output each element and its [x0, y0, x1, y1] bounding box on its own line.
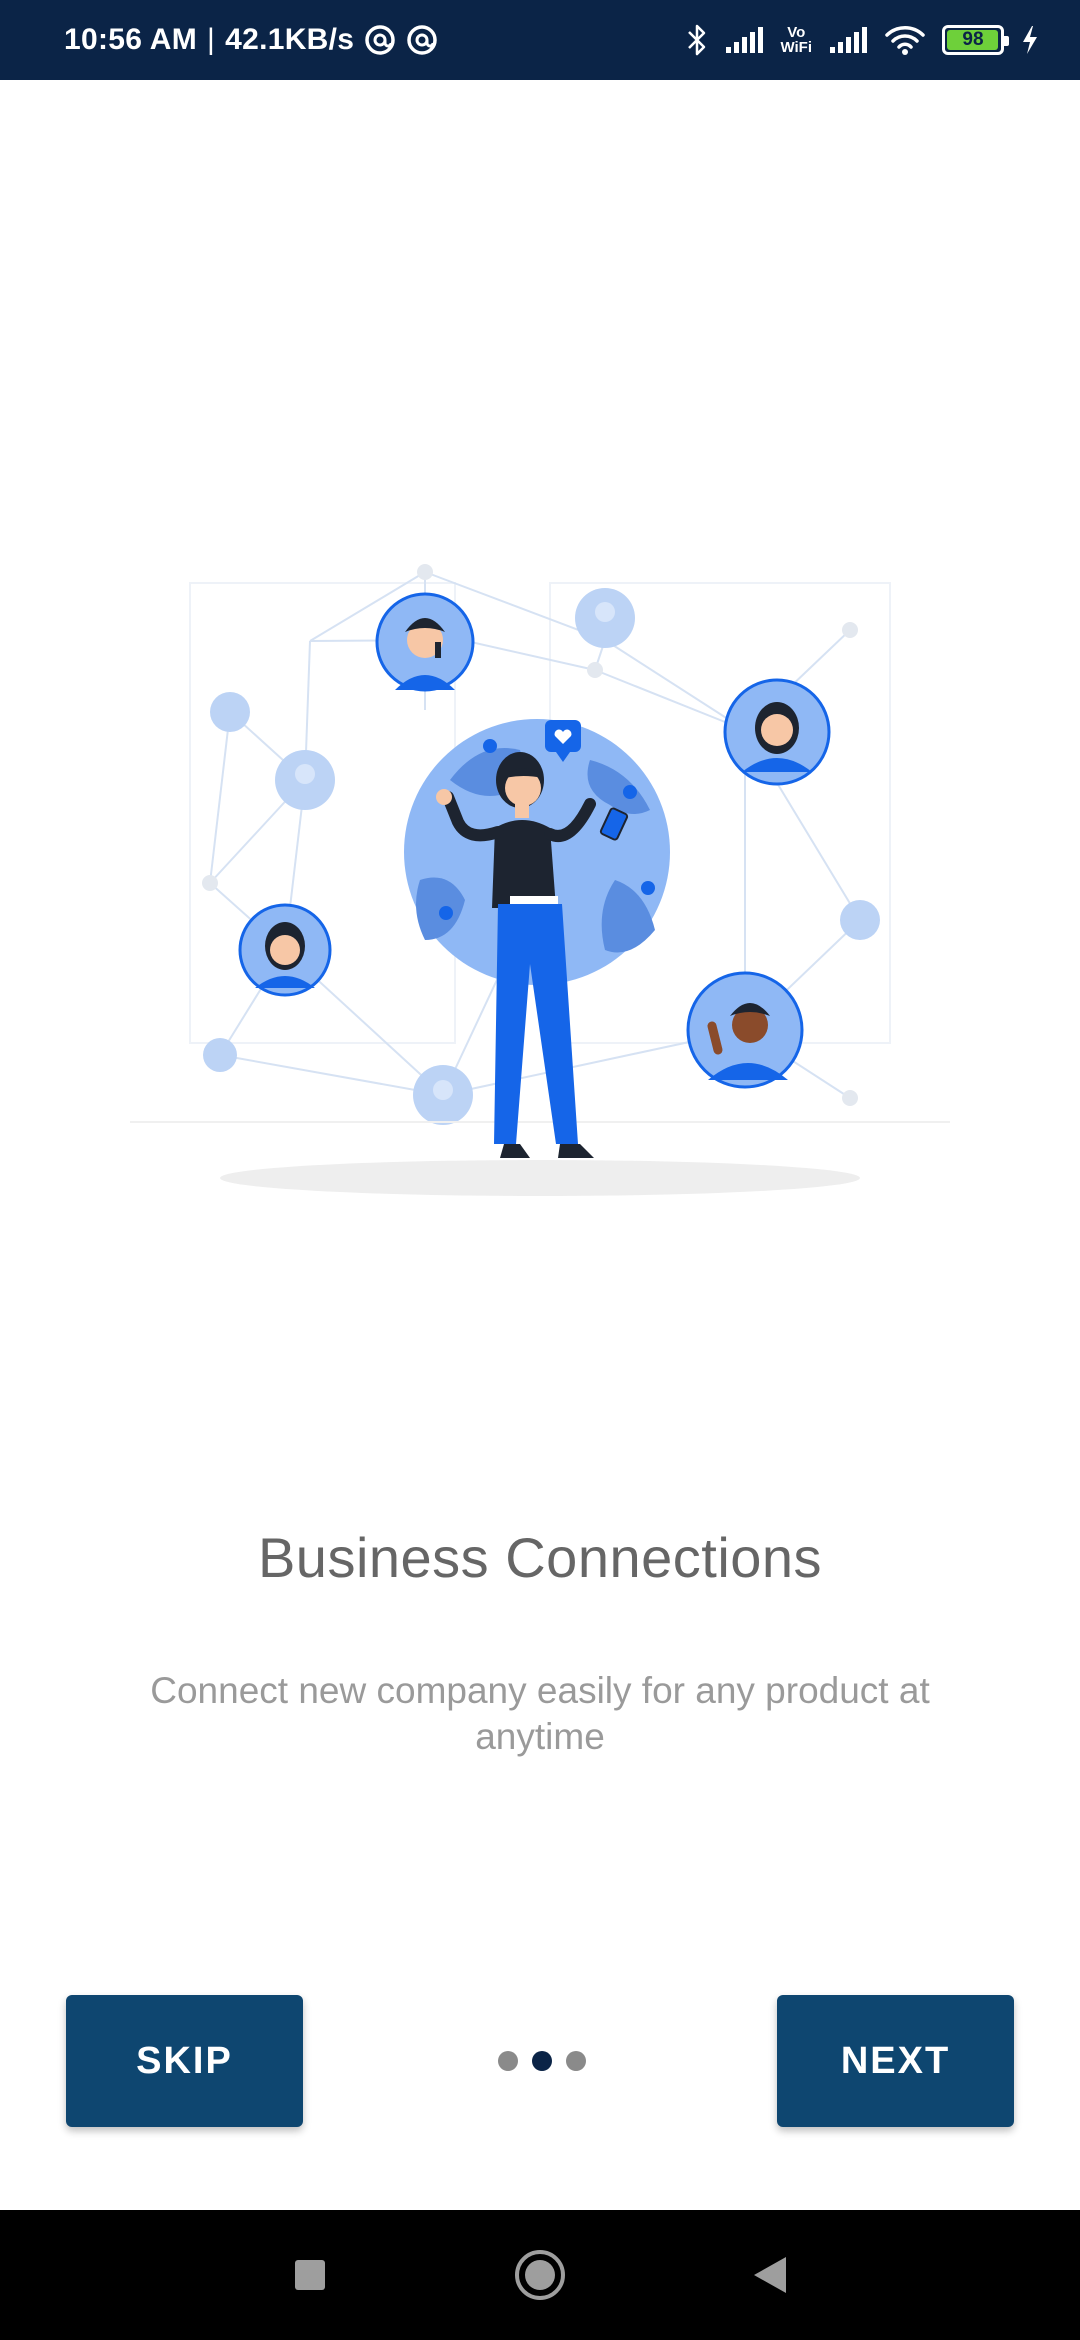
skip-button[interactable]: SKIP [66, 1995, 303, 2127]
next-button[interactable]: NEXT [777, 1995, 1014, 2127]
wifi-icon [884, 24, 926, 56]
home-circle-icon[interactable] [510, 2245, 570, 2305]
at-sign-icon [406, 24, 438, 56]
page-indicator [498, 2051, 586, 2071]
recents-square-icon[interactable] [280, 2245, 340, 2305]
battery-icon: 98 [942, 25, 1009, 55]
charging-icon [1020, 24, 1040, 56]
network-speed: 42.1KB/s [225, 23, 355, 56]
battery-level: 98 [962, 29, 984, 50]
status-separator: | [207, 23, 216, 56]
business-network-illustration [130, 564, 950, 1196]
bluetooth-icon [686, 23, 708, 57]
signal-icon [828, 25, 868, 55]
status-right: Vo WiFi 98 [686, 23, 1040, 57]
onboarding-subtitle: Connect new company easily for any produ… [150, 1670, 930, 1757]
status-left: 10:56 AM | 42.1KB/s [64, 23, 438, 57]
at-sign-icon [364, 24, 396, 56]
back-triangle-icon[interactable] [740, 2245, 800, 2305]
navigation-bar [0, 2210, 1080, 2340]
signal-icon [724, 25, 764, 55]
page-dot-active [532, 2051, 552, 2071]
vowifi-icon: Vo WiFi [780, 25, 812, 55]
onboarding-title: Business Connections [257, 1526, 823, 1589]
status-time: 10:56 AM [64, 23, 198, 56]
page-dot [498, 2051, 518, 2071]
vowifi-bottom-label: WiFi [780, 39, 812, 56]
page-dot [566, 2051, 586, 2071]
status-bar: 10:56 AM | 42.1KB/s Vo WiFi 98 [0, 0, 1080, 80]
